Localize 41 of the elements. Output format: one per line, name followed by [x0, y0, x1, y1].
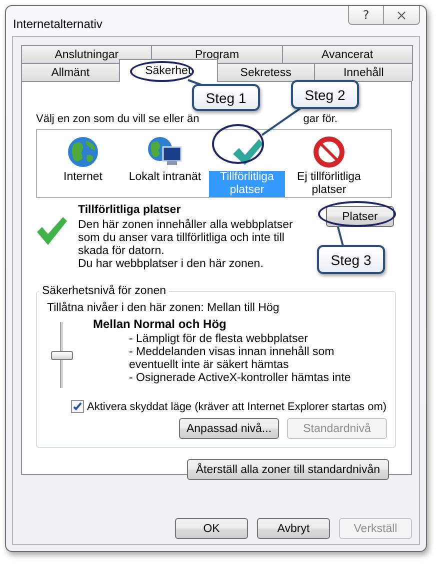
group-legend: Säkerhetsnivå för zonen	[39, 285, 170, 297]
level-description: - Lämpligt för de flesta webbplatser	[128, 333, 309, 346]
tab[interactable]: Sekretess	[216, 63, 316, 81]
checkbox[interactable]	[71, 400, 84, 413]
step-callout: Steg 2	[291, 80, 359, 109]
highlight-ellipse	[130, 61, 194, 82]
leader-line	[337, 226, 344, 246]
level-button[interactable]: Anpassad nivå...	[179, 418, 279, 439]
tab[interactable]: Säkerhet	[118, 59, 218, 82]
instruction-text: gar för.	[303, 113, 338, 126]
allowed-levels-text: Tillåtna nivåer i den här zonen: Mellan till Hög	[47, 302, 280, 314]
level-description: - Meddelanden visas innan innehåll som eventuellt inte är säkert hämtas	[128, 346, 336, 372]
instruction-text: Välj en zon som du vill se eller än	[36, 113, 200, 126]
sites-button[interactable]: Platser	[326, 206, 394, 227]
step-callout: Steg 1	[192, 84, 260, 111]
level-name: Mellan Normal och Hög	[93, 318, 228, 331]
help-button[interactable]: ?	[348, 6, 384, 25]
tab[interactable]: Anslutningar	[21, 45, 152, 63]
zone-item[interactable]: Lokalt intranät	[128, 171, 202, 184]
window-title: Internetalternativ	[13, 17, 102, 31]
check-icon	[73, 402, 82, 411]
highlight-ellipse	[212, 124, 264, 164]
tab[interactable]: Allmänt	[21, 63, 120, 81]
reset-zones-button[interactable]: Återställ alla zoner till standardnivån	[186, 459, 389, 480]
tab[interactable]: Innehåll	[314, 63, 413, 81]
checkmark-icon	[36, 216, 68, 246]
level-description: - Osignerade ActiveX-kontroller hämtas inte	[128, 372, 352, 385]
tab[interactable]: Avancerat	[282, 45, 413, 63]
zone-description: Den här zonen innehåller alla webbplatser som du anser vara tillförlitliga och inte till skada för datorn.	[78, 219, 294, 258]
no-entry-icon	[312, 135, 346, 169]
zone-note: Du har webbplatser i den här zonen.	[78, 258, 264, 271]
dialog-button[interactable]: Avbryt	[257, 518, 330, 539]
globe-icon	[66, 135, 100, 169]
close-icon	[395, 8, 408, 22]
zone-item[interactable]: Ej tillförlitliga platser	[291, 171, 367, 197]
zone-title: Tillförlitliga platser	[78, 204, 182, 217]
dialog-button[interactable]: OK	[175, 518, 248, 539]
slider-thumb[interactable]	[51, 350, 73, 360]
zone-item[interactable]: Internet	[62, 171, 104, 184]
close-button[interactable]	[384, 6, 420, 25]
step-callout: Steg 3	[317, 245, 385, 274]
